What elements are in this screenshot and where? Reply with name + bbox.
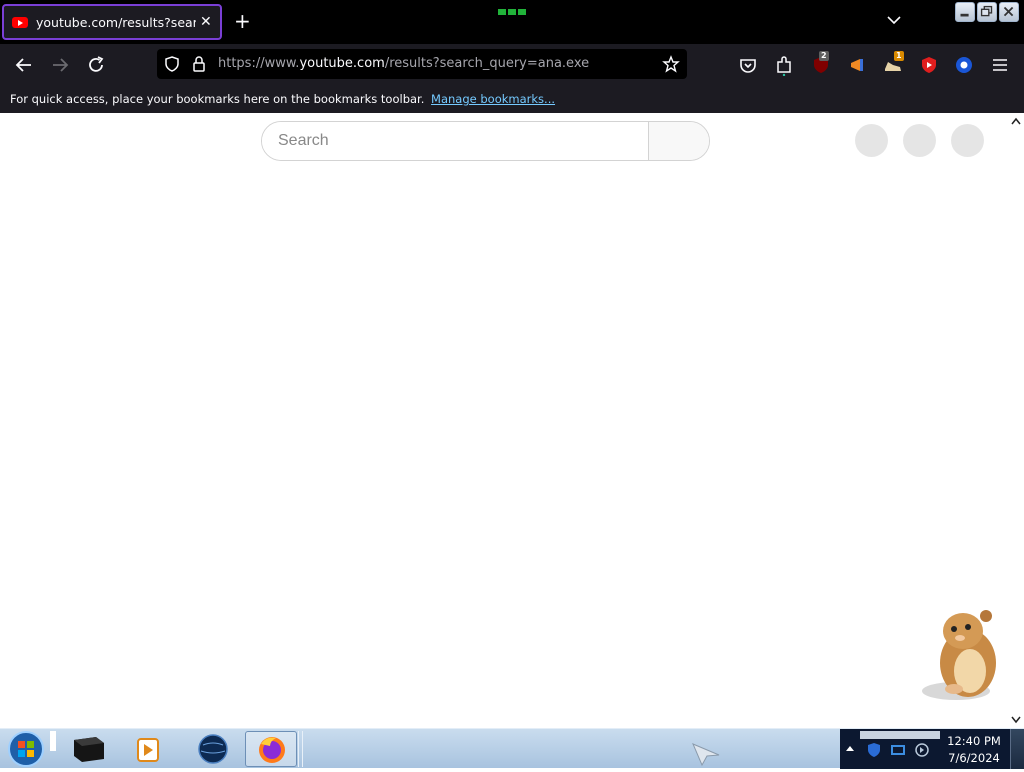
tab-strip: youtube.com/results?search_query=ana.exe… [0,0,1024,44]
restore-button[interactable] [977,2,997,22]
bookmarks-hint: For quick access, place your bookmarks h… [10,92,425,106]
address-bar[interactable]: https://www.youtube.com/results?search_q… [157,49,687,79]
clock-time[interactable]: 12:40 PM [944,734,1004,748]
back-arrow-icon[interactable] [13,54,35,76]
navigation-toolbar: https://www.youtube.com/results?search_q… [0,44,1024,86]
start-orb-icon[interactable] [6,730,46,768]
tab-title: youtube.com/results?search_query=ana.exe [36,14,196,30]
bookmark-star-icon[interactable] [662,55,680,73]
black-box-icon [74,737,104,762]
web-page-content [0,113,1024,728]
system-tray: 12:40 PM 7/6/2024 [840,729,1024,769]
close-window-button[interactable] [999,2,1019,22]
green-logo-icon [498,9,526,15]
taskbar-divider [50,731,56,751]
mouse-cursor-icon [692,743,720,767]
security-shield-tray-icon[interactable] [866,742,882,758]
placeholder-icon-button[interactable] [855,124,888,157]
firefox-icon [259,737,285,763]
forward-arrow-icon[interactable] [49,54,71,76]
show-desktop-button[interactable] [1010,729,1024,769]
taskbar-globe-button[interactable] [186,731,238,767]
tracking-shield-icon[interactable] [163,55,181,73]
media-player-icon [137,738,159,762]
close-tab-icon[interactable]: ✕ [200,14,212,30]
reload-icon[interactable] [85,54,107,76]
pocket-icon[interactable] [737,54,759,76]
volume-tray-icon[interactable] [914,742,930,758]
placeholder-avatar[interactable] [951,124,984,157]
blue-circle-extension-icon[interactable] [953,54,975,76]
taskbar-firefox-button[interactable] [245,731,297,767]
url-text[interactable]: https://www.youtube.com/results?search_q… [218,56,589,71]
windows-taskbar: 12:40 PM 7/6/2024 [0,728,1024,769]
lock-icon[interactable] [191,55,207,73]
manage-bookmarks-link[interactable]: Manage bookmarks... [431,92,555,106]
globe-icon [198,734,228,764]
taskbar-explorer-button[interactable] [62,731,114,767]
list-all-tabs-icon[interactable] [886,12,902,28]
youtube-search-box [261,121,710,161]
clock-date[interactable]: 7/6/2024 [944,751,1004,765]
tab-youtube[interactable]: youtube.com/results?search_query=ana.exe… [2,4,222,40]
youtube-favicon-icon [12,16,28,28]
placeholder-icon-button[interactable] [903,124,936,157]
hamburger-menu-icon[interactable] [989,54,1011,76]
hamster-mascot-image [922,610,996,700]
megaphone-extension-icon[interactable] [846,54,868,76]
youtube-search-button[interactable] [648,122,709,160]
taskbar-divider [298,731,303,767]
scroll-down-arrow-icon[interactable] [1011,716,1021,724]
sneaker-extension-icon[interactable]: 1 [882,51,904,76]
taskbar-media-player-button[interactable] [122,731,174,767]
youtube-search-input[interactable] [262,122,648,160]
scroll-up-arrow-icon[interactable] [1011,117,1021,125]
tray-tooltip-bar [860,731,940,739]
ublock-origin-icon[interactable]: 2 [810,51,832,76]
show-hidden-icons-arrow[interactable] [845,744,855,754]
network-tray-icon[interactable] [890,742,906,758]
extensions-puzzle-icon[interactable] [773,54,795,76]
extension-badge: 1 [894,51,904,61]
new-tab-button[interactable]: + [234,10,251,32]
bookmarks-toolbar: For quick access, place your bookmarks h… [0,86,1024,113]
youtube-shield-extension-icon[interactable] [918,54,940,76]
minimize-button[interactable] [955,2,975,22]
ublock-count-badge: 2 [819,51,829,61]
